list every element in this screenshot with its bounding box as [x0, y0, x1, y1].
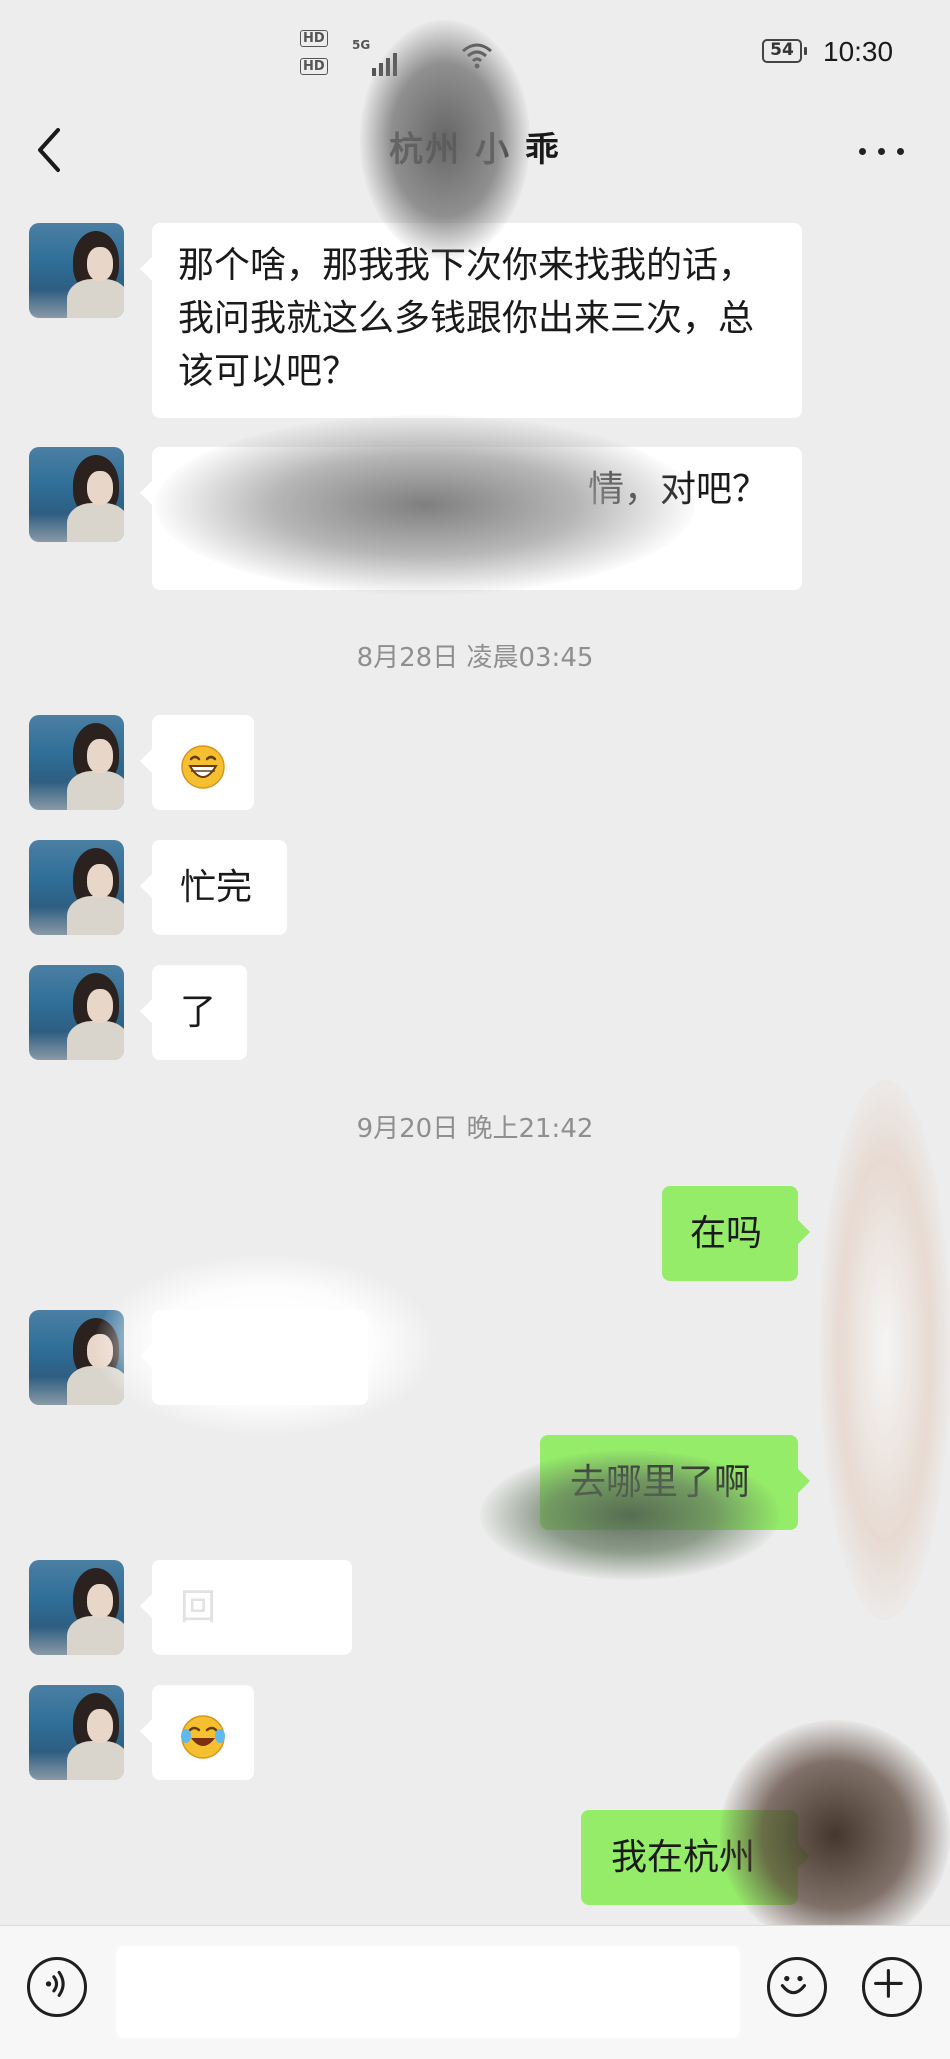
tears-of-joy-icon [181, 1715, 225, 1759]
hd-badge: HD [300, 30, 328, 47]
message-text: 了 [180, 992, 217, 1033]
message-text: 回 [180, 1587, 217, 1628]
battery-icon: 54 [762, 39, 807, 63]
signal-bar [393, 53, 397, 76]
status-bar: HD HD 5G 54 10:30 [0, 0, 950, 100]
contact-avatar[interactable] [29, 223, 124, 318]
status-time: 10:30 [823, 36, 894, 67]
more-options-icon[interactable] [855, 130, 915, 170]
contact-avatar[interactable] [29, 1685, 124, 1780]
signal-bar [379, 63, 383, 76]
message-text: 去哪里了啊 [570, 1462, 751, 1503]
message-bubble-incoming[interactable]: 情，对吧？ [140, 447, 802, 590]
message-bubble-incoming[interactable] [140, 1685, 254, 1780]
message-bubble-incoming[interactable]: 那个啥，那我我下次你来找我的话，我问我就这么多钱跟你出来三次，总该可以吧？ [140, 223, 802, 418]
message-text: 我在杭州 [611, 1837, 756, 1878]
contact-avatar[interactable] [29, 965, 124, 1060]
message-bubble-incoming[interactable] [140, 715, 254, 810]
network-indicators: HD HD 5G [300, 28, 530, 84]
privacy-blur [820, 1080, 950, 1620]
message-text: 在吗 [690, 1213, 763, 1254]
message-bubble-incoming[interactable]: 了 [140, 965, 247, 1060]
chat-input-bar [0, 1925, 950, 2059]
chat-header: 杭州 小 乖 [0, 100, 950, 200]
message-bubble-outgoing[interactable]: 去哪里了啊 [540, 1435, 810, 1530]
hd-badge: HD [300, 58, 328, 75]
contact-avatar[interactable] [29, 1560, 124, 1655]
emoji-button[interactable] [767, 1957, 827, 2017]
contact-avatar[interactable] [29, 1310, 124, 1405]
message-text: 那个啥，那我我下次你来找我的话，我问我就这么多钱跟你出来三次，总该可以吧？ [178, 245, 755, 392]
message-text: 情，对吧？ [587, 469, 768, 510]
grinning-face-icon [181, 745, 225, 789]
timestamp: 9月20日 晚上21:42 [356, 1114, 594, 1144]
contact-avatar[interactable] [29, 447, 124, 542]
signal-bar [372, 68, 376, 76]
smile-icon [780, 1975, 806, 1995]
message-bubble-outgoing[interactable]: 我在杭州 [581, 1810, 810, 1905]
contact-avatar[interactable] [29, 840, 124, 935]
message-bubble-incoming[interactable]: 回 [140, 1560, 352, 1655]
message-bubble-incoming[interactable]: 忙完 [140, 840, 287, 935]
message-text: 忙完 [180, 867, 253, 908]
contact-avatar[interactable] [29, 715, 124, 810]
message-bubble-outgoing[interactable]: 在吗 [662, 1186, 810, 1281]
voice-button[interactable] [27, 1957, 87, 2017]
message-bubble-incoming[interactable] [140, 1310, 368, 1405]
network-type: 5G [352, 38, 371, 52]
chat-title: 杭州 小 乖 [389, 130, 561, 170]
plus-button[interactable] [862, 1957, 922, 2017]
wifi-icon [462, 43, 492, 69]
signal-bar [386, 58, 390, 76]
voice-icon [45, 1970, 65, 1997]
plus-icon [874, 1969, 903, 1998]
timestamp: 8月28日 凌晨03:45 [356, 643, 594, 673]
message-input[interactable] [116, 1946, 740, 2038]
